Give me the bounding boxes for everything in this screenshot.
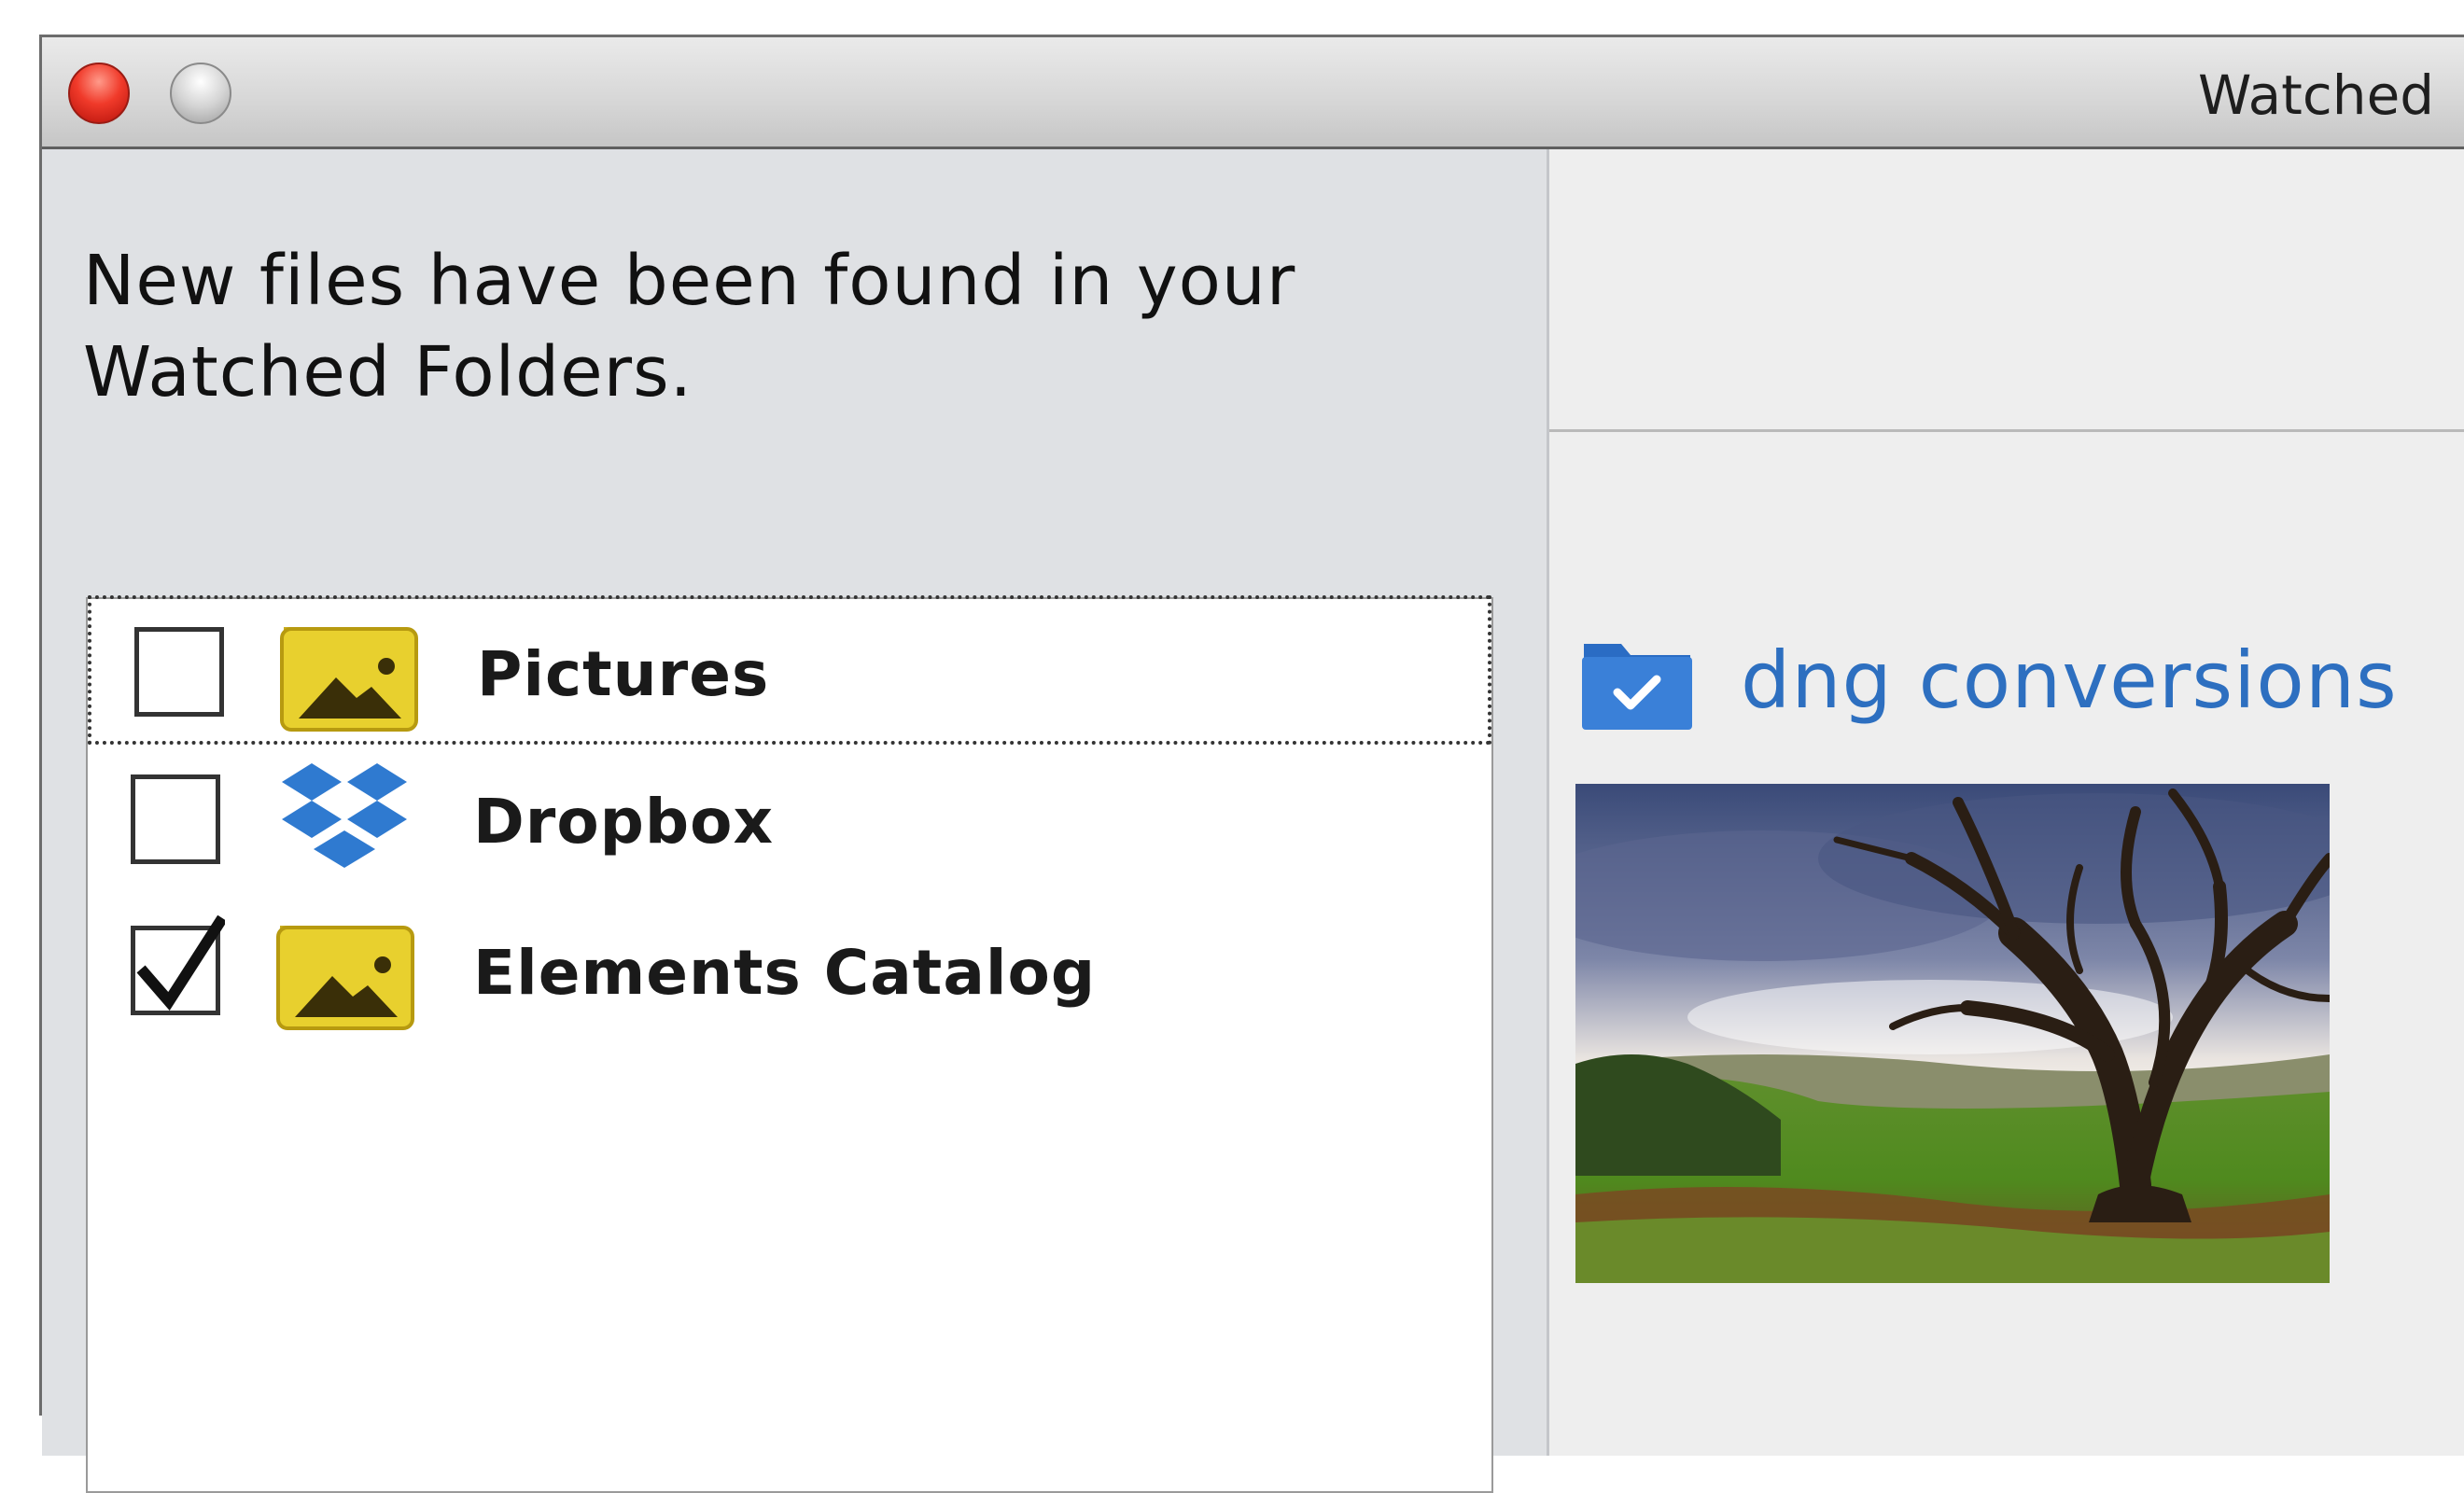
pictures-checkbox[interactable] bbox=[134, 627, 224, 717]
destination-folder-label[interactable]: dng conversions bbox=[1741, 635, 2398, 726]
folder-label-elements-catalog: Elements Catalog bbox=[473, 937, 1097, 1009]
picture-folder-icon bbox=[276, 926, 414, 1030]
right-top-panel bbox=[1549, 149, 2464, 432]
picture-folder-icon bbox=[280, 627, 418, 732]
folder-row-elements-catalog[interactable]: Elements Catalog bbox=[88, 898, 1491, 1047]
folder-row-dropbox[interactable]: Dropbox bbox=[88, 746, 1491, 896]
folder-row-pictures[interactable]: Pictures bbox=[88, 595, 1491, 745]
dropbox-icon bbox=[282, 763, 407, 868]
folder-check-icon[interactable] bbox=[1580, 635, 1694, 732]
watched-folders-window: Watched New files have been found in you… bbox=[39, 35, 2464, 1493]
window-title: Watched bbox=[2198, 63, 2435, 127]
close-button[interactable] bbox=[68, 63, 130, 124]
right-pane: dng conversions bbox=[1549, 149, 2464, 1456]
preview-thumbnail bbox=[1575, 784, 2330, 1283]
dropbox-checkbox[interactable] bbox=[131, 774, 220, 864]
watched-folder-list[interactable]: Pictures Dropbox Elements Catalog bbox=[86, 595, 1493, 1493]
new-files-message: New files have been found in your Watche… bbox=[83, 241, 1296, 412]
landscape-tree-image bbox=[1575, 784, 2330, 1283]
checkmark-icon bbox=[136, 915, 225, 1011]
elements-catalog-checkbox[interactable] bbox=[131, 915, 225, 1015]
folder-label-pictures: Pictures bbox=[477, 638, 770, 710]
folder-label-dropbox: Dropbox bbox=[473, 786, 775, 858]
minimize-button[interactable] bbox=[170, 63, 231, 124]
left-pane: New files have been found in your Watche… bbox=[42, 149, 1549, 1493]
title-bar: Watched bbox=[42, 37, 2464, 149]
